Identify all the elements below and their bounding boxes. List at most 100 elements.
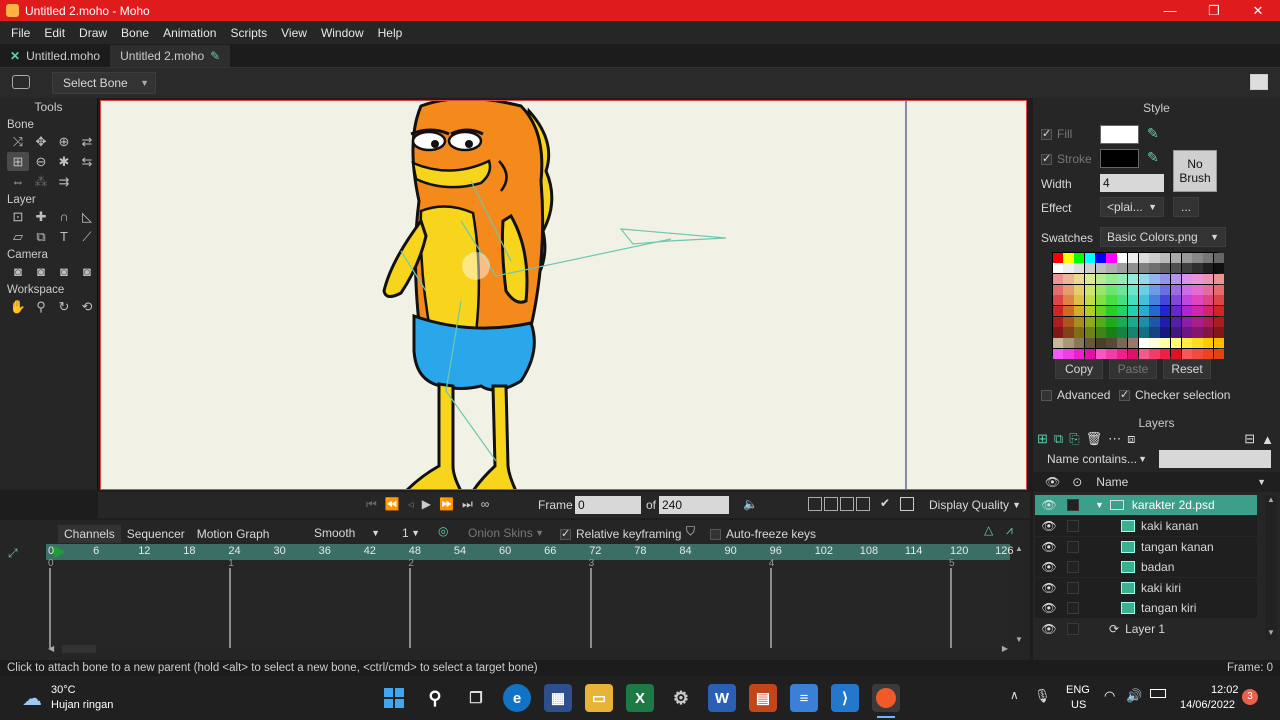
color-swatch[interactable] [1074,295,1085,306]
advanced-checkbox[interactable] [1041,389,1052,401]
color-swatch[interactable] [1117,305,1128,317]
width-input[interactable]: 4 [1100,174,1164,192]
color-swatch[interactable] [1213,316,1224,327]
color-swatch[interactable] [1052,316,1063,327]
more-options-icon[interactable]: ⋯ [1108,431,1121,447]
swatches-dropdown[interactable]: Basic Colors.png ▼ [1100,227,1226,247]
color-swatch[interactable] [1127,252,1138,263]
frame-input[interactable]: 0 [575,496,641,514]
no-brush-button[interactable]: No Brush [1173,150,1217,192]
color-swatch[interactable] [1052,252,1063,263]
tab-untitled-2[interactable]: Untitled 2.moho ✎ [110,45,231,67]
color-swatch[interactable] [1138,252,1149,263]
settings-gear-icon[interactable]: ⚙ [667,684,695,712]
color-swatch[interactable] [1117,273,1128,285]
color-swatch[interactable] [1063,338,1074,349]
tab-motion-graph[interactable]: Motion Graph [191,525,276,543]
speaker-icon[interactable]: 🔊 [1126,688,1142,704]
color-swatch[interactable] [1117,252,1128,263]
color-swatch[interactable] [1149,338,1160,349]
color-swatch[interactable] [1127,327,1138,338]
color-swatch[interactable] [1181,252,1192,263]
color-swatch[interactable] [1084,252,1095,263]
color-swatch[interactable] [1084,316,1095,327]
frame-ruler[interactable]: 0 6 12 18 24 30 36 42 48 54 60 66 72 78 84 90 96 102 108 11… [46,544,1013,560]
color-swatch[interactable] [1074,327,1085,338]
color-swatch[interactable] [1052,273,1063,285]
color-swatch[interactable] [1106,327,1117,338]
color-swatch[interactable] [1127,295,1138,306]
keyframe-area[interactable]: 0 1 2 3 4 5 [46,558,1010,648]
color-swatch[interactable] [1203,338,1214,349]
color-swatch[interactable] [1106,295,1117,306]
color-swatch[interactable] [1074,338,1085,349]
color-swatch[interactable] [1181,263,1192,274]
color-swatch[interactable] [1181,273,1192,285]
single-view-icon[interactable] [808,497,822,511]
expand-arrow-icon[interactable]: ▼ [1095,500,1104,510]
notepad-icon[interactable]: ≡ [790,684,818,712]
volume-icon[interactable]: 🔈 [743,497,758,511]
color-swatch[interactable] [1117,284,1128,295]
color-swatch[interactable] [1213,327,1224,338]
transform-layer-tool-icon[interactable]: ⊡ [7,207,29,226]
split-view-icon[interactable] [824,497,838,511]
color-swatch[interactable] [1106,273,1117,285]
color-swatch[interactable] [1203,284,1214,295]
next-frame-icon[interactable]: ⏩ [439,497,454,512]
color-swatch[interactable] [1192,263,1203,274]
color-swatch[interactable] [1084,305,1095,317]
tool-select-dropdown[interactable]: Select Bone ▼ [52,72,156,94]
color-swatch[interactable] [1084,338,1095,349]
minimize-button[interactable]: — [1148,0,1192,21]
new-layer-icon[interactable]: ⊞ [1037,431,1048,447]
color-swatch[interactable] [1192,273,1203,285]
color-swatch[interactable] [1117,348,1128,359]
text-tool-icon[interactable]: T [53,227,75,246]
loop-icon[interactable]: ∞ [481,497,490,512]
color-swatch[interactable] [1084,327,1095,338]
color-swatch[interactable] [1074,305,1085,317]
color-swatch[interactable] [1160,273,1171,285]
color-swatch[interactable] [1160,316,1171,327]
color-swatch[interactable] [1074,273,1085,285]
windows-start-icon[interactable] [380,684,408,712]
zoom-tool-icon[interactable]: ⚲ [30,297,52,316]
color-swatch[interactable] [1213,305,1224,317]
timeline-hscroll[interactable]: ◀ ▶ [46,642,1010,656]
color-swatch[interactable] [1181,348,1192,359]
relative-keyframing-checkbox[interactable] [560,527,571,540]
color-swatch[interactable] [1181,305,1192,317]
color-swatch[interactable] [1160,295,1171,306]
group-layer-icon[interactable]: ⧈ [1127,431,1135,447]
collapse-icon[interactable]: ⩘ [1006,523,1013,538]
color-swatch[interactable] [1127,263,1138,274]
color-swatch[interactable] [1127,273,1138,285]
layer-row-tangan-kiri[interactable]: 👁 tangan kiri [1035,598,1257,618]
color-swatch[interactable] [1084,284,1095,295]
stroke-color-well[interactable] [1100,149,1139,168]
checkmark-icon[interactable]: ✔ [880,496,890,510]
tab-untitled[interactable]: ✕ Untitled.moho [0,45,110,67]
notification-badge[interactable]: 3 [1242,689,1258,705]
step-forward-icon[interactable]: ⏭ [462,497,473,512]
translate-bone-tool-icon[interactable]: ✥ [30,132,52,151]
color-swatch[interactable] [1203,295,1214,306]
manipulate-bones-tool-icon[interactable]: ⊖ [30,152,52,171]
color-swatch[interactable] [1170,295,1181,306]
color-swatch[interactable] [1203,263,1214,274]
layer-row-kaki-kiri[interactable]: 👁 kaki kiri [1035,578,1257,598]
color-swatch[interactable] [1203,327,1214,338]
layers-scrollbar[interactable]: ▲ ▼ [1265,495,1277,640]
layer-filter-dropdown[interactable]: Name contains... ▼ [1041,449,1153,469]
color-swatch[interactable] [1074,284,1085,295]
color-swatch[interactable] [1192,338,1203,349]
color-swatch[interactable] [1106,263,1117,274]
color-swatch[interactable] [1138,295,1149,306]
layer-visibility-box[interactable] [1067,541,1079,553]
effect-dropdown[interactable]: <plai... ▼ [1100,197,1164,217]
onion-skin-icon[interactable]: ◎ [438,524,448,538]
layer-row-tangan-kanan[interactable]: 👁 tangan kanan [1035,537,1257,557]
color-swatch[interactable] [1095,295,1106,306]
color-swatch[interactable] [1203,305,1214,317]
